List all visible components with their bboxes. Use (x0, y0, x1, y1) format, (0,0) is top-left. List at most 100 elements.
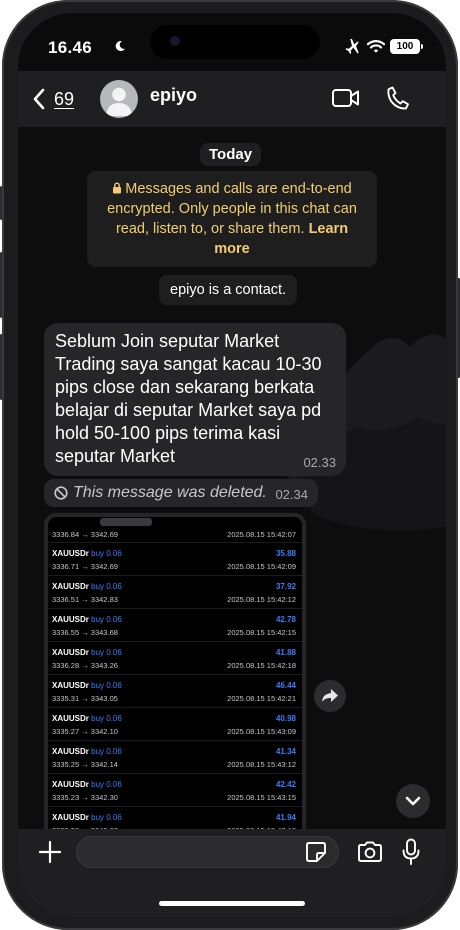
battery-indicator: 100 (390, 39, 420, 54)
incoming-message-bubble[interactable]: Seblum Join seputar Market Trading saya … (44, 323, 346, 476)
chat-area[interactable]: Today Messages and calls are end-to-end … (18, 127, 446, 829)
image-message-bubble[interactable]: 3336.84 → 3342.69 2025.08.15 15:42:07 XA… (44, 513, 306, 829)
trade-prices: 3336.55 → 3343.68 (52, 628, 118, 637)
avatar[interactable] (100, 80, 138, 118)
battery-tip (421, 44, 423, 49)
trade-side: buy 0.06 (91, 615, 122, 624)
trade-row: XAUUSDr buy 0.06 41.34 3335.25 → 3342.14 20… (48, 741, 302, 774)
trade-profit: 37.92 (275, 582, 296, 591)
ban-icon (54, 486, 68, 500)
trade-side: buy 0.06 (91, 648, 122, 657)
airplane-icon (345, 39, 359, 55)
deleted-message-text: This message was deleted. (73, 484, 267, 501)
trade-symbol: XAUUSDr buy 0.06 (52, 582, 122, 591)
trade-prices: 3336.84 → 3342.69 (52, 530, 118, 539)
forward-button[interactable] (314, 680, 346, 712)
trade-rows: XAUUSDr buy 0.06 35.88 3336.71 → 3342.69 20… (48, 543, 302, 829)
video-call-icon[interactable] (331, 86, 361, 110)
trade-profit: 40.98 (275, 714, 296, 723)
avatar-person-icon (106, 87, 132, 116)
trade-date: 2025.08.15 15:42:12 (227, 595, 296, 604)
deleted-message-timestamp: 02.34 (275, 487, 308, 502)
trade-row: XAUUSDr buy 0.06 46.44 3335.31 → 3343.05 20… (48, 675, 302, 708)
trade-tab-active (100, 518, 152, 526)
trade-history-screenshot: 3336.84 → 3342.69 2025.08.15 15:42:07 XA… (48, 517, 302, 829)
trade-profit: 42.78 (275, 615, 296, 624)
trade-symbol: XAUUSDr buy 0.06 (52, 780, 122, 789)
trade-date: 2025.08.15 15:42:09 (227, 562, 296, 571)
screen: 16.46 100 69 epiyo Today Messages and ca… (18, 13, 446, 917)
trade-prices: 3335.25 → 3342.14 (52, 760, 118, 769)
trade-prices: 3336.51 → 3342.83 (52, 595, 118, 604)
trade-date: 2025.08.15 15:43:09 (227, 727, 296, 736)
trade-side: buy 0.06 (91, 582, 122, 591)
trade-profit: 42.42 (275, 780, 296, 789)
contact-name[interactable]: epiyo (150, 85, 197, 106)
status-time: 16.46 (48, 38, 93, 57)
trade-row: XAUUSDr buy 0.0641.943335.23 → 3342.2220… (48, 807, 302, 829)
trade-side: buy 0.06 (91, 747, 122, 756)
trade-profit: 41.94 (275, 813, 296, 822)
mic-icon[interactable] (401, 838, 421, 866)
date-label: Today (200, 143, 262, 166)
trade-side: buy 0.06 (91, 681, 122, 690)
trade-profit: 46.44 (275, 681, 296, 690)
dynamic-island (150, 25, 320, 59)
trade-row: XAUUSDr buy 0.06 41.88 3336.28 → 3343.26 20… (48, 642, 302, 675)
scroll-to-bottom-button[interactable] (396, 784, 430, 818)
input-bar (18, 829, 446, 917)
chat-header: 69 epiyo (18, 71, 446, 127)
trade-date: 2025.08.15 15:43:12 (227, 760, 296, 769)
trade-prices: 3335.27 → 3342.10 (52, 727, 118, 736)
trade-row: XAUUSDr buy 0.06 37.92 3336.51 → 3342.83 20… (48, 576, 302, 609)
trade-date: 2025.08.15 15:42:07 (227, 530, 296, 539)
back-button[interactable]: 69 (32, 85, 74, 113)
trade-side: buy 0.06 (91, 549, 122, 558)
trade-symbol: XAUUSDr buy 0.06 (52, 549, 122, 558)
trade-symbol: XAUUSDr buy 0.06 (52, 714, 122, 723)
plus-icon[interactable] (38, 840, 62, 864)
trade-date: 2025.08.15 15:42:18 (227, 661, 296, 670)
trade-prices: 3336.28 → 3343.26 (52, 661, 118, 670)
trade-prices: 3335.31 → 3343.05 (52, 694, 118, 703)
moon-icon (115, 41, 125, 52)
trade-row: XAUUSDr buy 0.06 42.42 3335.23 → 3342.30 20… (48, 774, 302, 807)
contact-system-message: epiyo is a contact. (159, 275, 298, 305)
trade-tabs (48, 517, 302, 527)
trade-symbol: XAUUSDr buy 0.06 (52, 813, 122, 822)
message-input[interactable] (76, 836, 339, 868)
message-text: Seblum Join seputar Market Trading saya … (55, 331, 322, 466)
trade-row: XAUUSDr buy 0.06 35.88 3336.71 → 3342.69 20… (48, 543, 302, 576)
trade-prices: 3335.23 → 3342.30 (52, 793, 118, 802)
wifi-icon (367, 40, 385, 53)
home-indicator (159, 901, 305, 906)
message-timestamp: 02.33 (303, 455, 336, 470)
trade-side: buy 0.06 (91, 714, 122, 723)
lock-icon (113, 182, 122, 194)
trade-date: 2025.08.15 15:42:15 (227, 628, 296, 637)
chevron-down-icon (405, 796, 421, 806)
back-chevron-icon (33, 88, 45, 110)
unread-count: 69 (54, 88, 75, 109)
trade-profit: 35.88 (275, 549, 296, 558)
phone-frame: 16.46 100 69 epiyo Today Messages and ca… (2, 0, 458, 930)
forward-icon (322, 689, 338, 702)
front-camera (170, 36, 180, 46)
trade-row-partial: 3336.84 → 3342.69 2025.08.15 15:42:07 (48, 527, 302, 543)
trade-row: XAUUSDr buy 0.06 42.78 3336.55 → 3343.68 20… (48, 609, 302, 642)
phone-call-icon[interactable] (386, 85, 410, 111)
trade-profit: 41.88 (275, 648, 296, 657)
trade-row: XAUUSDr buy 0.06 40.98 3335.27 → 3342.10 20… (48, 708, 302, 741)
deleted-message-bubble[interactable]: This message was deleted. 02.34 (44, 479, 318, 507)
trade-symbol: XAUUSDr buy 0.06 (52, 615, 122, 624)
sticker-icon[interactable] (305, 841, 327, 863)
trade-date: 2025.08.15 15:42:21 (227, 694, 296, 703)
trade-date: 2025.08.15 15:43:15 (227, 793, 296, 802)
trade-profit: 41.34 (275, 747, 296, 756)
camera-icon[interactable] (357, 841, 383, 863)
encryption-notice[interactable]: Messages and calls are end-to-end encryp… (87, 171, 377, 267)
trade-symbol: XAUUSDr buy 0.06 (52, 747, 122, 756)
trade-symbol: XAUUSDr buy 0.06 (52, 648, 122, 657)
trade-prices: 3336.71 → 3342.69 (52, 562, 118, 571)
trade-side: buy 0.06 (91, 780, 122, 789)
